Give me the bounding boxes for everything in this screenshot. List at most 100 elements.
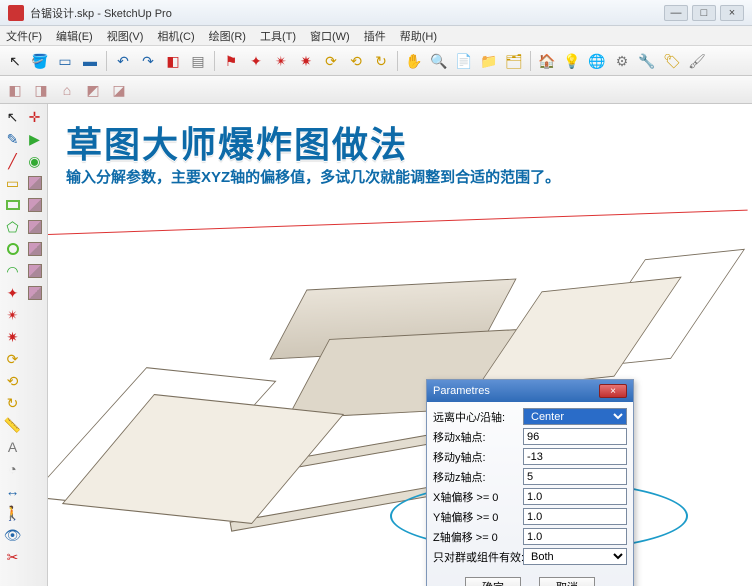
tape-icon[interactable]: 📏 (2, 414, 23, 435)
minimize-button[interactable]: — (664, 5, 688, 21)
row-movez-label: 移动z轴点: (433, 469, 519, 485)
star2-icon[interactable]: ✴ (270, 50, 292, 72)
left-icon[interactable] (24, 260, 45, 281)
row-xoff-input[interactable] (523, 488, 627, 505)
star1-icon[interactable]: ✦ (245, 50, 267, 72)
rotate3-icon[interactable]: ↻ (370, 50, 392, 72)
tag-icon[interactable]: 🏷 (661, 50, 683, 72)
house-icon[interactable]: 🏠 (536, 50, 558, 72)
home-icon[interactable]: ⌂ (56, 79, 78, 101)
row-center-select[interactable]: Center (523, 408, 627, 425)
push-tool-icon[interactable]: ▭ (2, 172, 23, 193)
gear-icon[interactable]: ⚙ (611, 50, 633, 72)
menu-view[interactable]: 视图(V) (107, 28, 144, 44)
tutorial-subtitle: 输入分解参数，主要XYZ轴的偏移值，多试几次就能调整到合适的范围了。 (66, 166, 560, 187)
axes-icon[interactable]: ✛ (24, 106, 45, 127)
menu-tools[interactable]: 工具(T) (260, 28, 296, 44)
doc2-icon[interactable]: 📄 (453, 50, 475, 72)
menu-help[interactable]: 帮助(H) (400, 28, 437, 44)
paint-icon[interactable]: 🪣 (29, 50, 51, 72)
cancel-button[interactable]: 取消 (539, 577, 595, 586)
select-tool-icon[interactable]: ↖ (2, 106, 23, 127)
row-movez-input[interactable] (523, 468, 627, 485)
row-movex-label: 移动x轴点: (433, 429, 519, 445)
star3-icon[interactable]: ✷ (295, 50, 317, 72)
dialog-title: Parametres (433, 385, 490, 397)
menu-draw[interactable]: 绘图(R) (209, 28, 246, 44)
row-movex-input[interactable] (523, 428, 627, 445)
bulb-icon[interactable]: 💡 (561, 50, 583, 72)
cube4-icon[interactable]: ◪ (108, 79, 130, 101)
menu-edit[interactable]: 编辑(E) (56, 28, 93, 44)
text-icon[interactable]: A (2, 436, 23, 457)
iso-icon[interactable] (24, 172, 45, 193)
protractor-icon[interactable]: ◔ (2, 458, 23, 479)
star-b-icon[interactable]: ✴ (2, 304, 23, 325)
right-icon[interactable] (24, 282, 45, 303)
undo-icon[interactable]: ↶ (112, 50, 134, 72)
rot-b-icon[interactable]: ⟲ (2, 370, 23, 391)
menu-window[interactable]: 窗口(W) (310, 28, 350, 44)
hand-icon[interactable]: ✋ (403, 50, 425, 72)
component-tool-icon[interactable]: ✎ (2, 128, 23, 149)
row-zoff-input[interactable] (523, 528, 627, 545)
row-movey-input[interactable] (523, 448, 627, 465)
rotate1-icon[interactable]: ⟳ (320, 50, 342, 72)
box2-icon[interactable]: ▬ (79, 50, 101, 72)
dim-icon[interactable]: ↔ (2, 480, 23, 501)
row-scope-select[interactable]: Both (523, 548, 627, 565)
eye-icon[interactable]: 👁 (2, 524, 23, 545)
ok-button[interactable]: 确定 (465, 577, 521, 586)
folder-icon[interactable]: 📁 (478, 50, 500, 72)
view-toolbar: ◧◨⌂◩◪ (0, 76, 752, 104)
back-icon[interactable] (24, 238, 45, 259)
cube1-icon[interactable]: ◧ (4, 79, 26, 101)
doc-icon[interactable]: ▤ (187, 50, 209, 72)
menubar: 文件(F) 编辑(E) 视图(V) 相机(C) 绘图(R) 工具(T) 窗口(W… (0, 26, 752, 46)
row-yoff-input[interactable] (523, 508, 627, 525)
star-a-icon[interactable]: ✦ (2, 282, 23, 303)
row-center-label: 远离中心/沿轴: (433, 409, 519, 425)
wrench-icon[interactable]: 🔧 (636, 50, 658, 72)
top-icon[interactable] (24, 194, 45, 215)
walk-icon[interactable]: ▶ (24, 128, 45, 149)
folder2-icon[interactable]: 🗂 (503, 50, 525, 72)
dialog-close-button[interactable]: × (599, 384, 627, 398)
viewport[interactable]: 草图大师爆炸图做法 输入分解参数，主要XYZ轴的偏移值，多试几次就能调整到合适的… (48, 104, 752, 586)
globe-icon[interactable]: 🌐 (586, 50, 608, 72)
poly-tool-icon[interactable]: ⬠ (2, 216, 23, 237)
line-tool-icon[interactable]: ╱ (2, 150, 23, 171)
app-icon (8, 5, 24, 21)
rotate2-icon[interactable]: ⟲ (345, 50, 367, 72)
close-button[interactable]: × (720, 5, 744, 21)
front-icon[interactable] (24, 216, 45, 237)
row-movey-label: 移动y轴点: (433, 449, 519, 465)
person-icon[interactable]: 🚶 (2, 502, 23, 523)
section-icon[interactable]: ✂ (2, 546, 23, 567)
menu-plugins[interactable]: 插件 (364, 28, 386, 44)
rot-c-icon[interactable]: ↻ (2, 392, 23, 413)
arc-tool-icon[interactable]: ◠ (2, 260, 23, 281)
redo-icon[interactable]: ↷ (137, 50, 159, 72)
look-icon[interactable]: ◉ (24, 150, 45, 171)
row-yoff-label: Y轴偏移 >= 0 (433, 509, 519, 525)
box-icon[interactable]: ▭ (54, 50, 76, 72)
maximize-button[interactable]: □ (692, 5, 716, 21)
eraser-icon[interactable]: ◧ (162, 50, 184, 72)
flag-icon[interactable]: ⚑ (220, 50, 242, 72)
circle-tool-icon[interactable] (2, 238, 23, 259)
rot-a-icon[interactable]: ⟳ (2, 348, 23, 369)
window-title: 台锯设计.skp - SketchUp Pro (30, 5, 172, 21)
zoom-icon[interactable]: 🔍 (428, 50, 450, 72)
menu-camera[interactable]: 相机(C) (157, 28, 194, 44)
workspace: ↖✎╱▭ ⬠ ◠✦✴✷⟳⟲↻📏A◔↔🚶👁✂ ✛▶◉ 草图大师爆炸图做法 输入分解参数，… (0, 104, 752, 586)
cube3-icon[interactable]: ◩ (82, 79, 104, 101)
parameters-dialog: Parametres × 远离中心/沿轴: Center 移动x轴点: 移动y轴… (426, 379, 634, 586)
select-icon[interactable]: ↖ (4, 50, 26, 72)
left-toolbox: ↖✎╱▭ ⬠ ◠✦✴✷⟳⟲↻📏A◔↔🚶👁✂ ✛▶◉ (0, 104, 48, 586)
rect-tool-icon[interactable] (2, 194, 23, 215)
menu-file[interactable]: 文件(F) (6, 28, 42, 44)
cube2-icon[interactable]: ◨ (30, 79, 52, 101)
brush-icon[interactable]: 🖌 (686, 50, 708, 72)
star-c-icon[interactable]: ✷ (2, 326, 23, 347)
